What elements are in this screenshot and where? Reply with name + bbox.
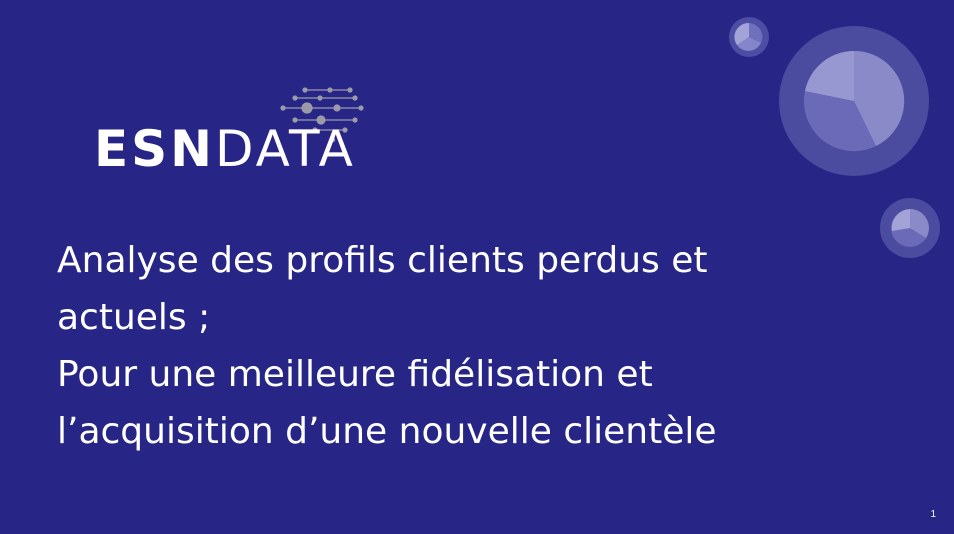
logo-text-light: DATA	[215, 120, 356, 178]
logo-wordmark: ESNDATA	[94, 124, 356, 174]
pie-chart-icon	[779, 26, 929, 176]
logo-text-bold: ESN	[94, 120, 216, 178]
title-line-4: l’acquisition d’une nouvelle clientèle	[57, 411, 717, 452]
slide: ESNDATA Analyse des profils clients perd…	[0, 0, 954, 534]
title-line-1: Analyse des profils clients perdus et	[57, 240, 708, 281]
slide-title: Analyse des profils clients perdus et ac…	[57, 232, 917, 460]
title-line-3: Pour une meilleure fidélisation et	[57, 354, 653, 395]
title-line-2: actuels ;	[57, 297, 211, 338]
pie-chart-icon	[729, 17, 769, 57]
esndata-logo: ESNDATA	[90, 84, 370, 194]
page-number: 1	[930, 509, 936, 520]
